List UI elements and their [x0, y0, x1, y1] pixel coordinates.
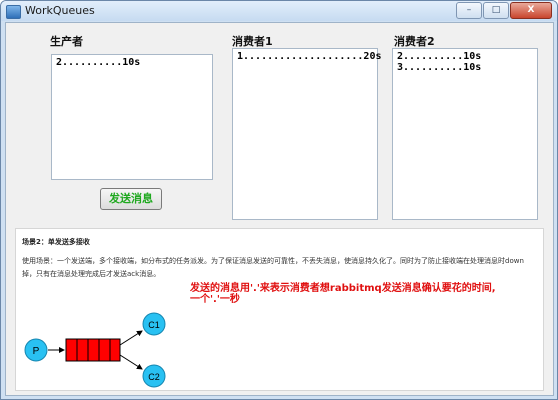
- consumer2-line: 2..........10s: [397, 51, 482, 62]
- description-panel: 场景2：单发送多接收 使用场景：一个发送端，多个接收端，如分布式的任务派发。为了…: [15, 228, 544, 391]
- maximize-button[interactable]: □: [483, 2, 509, 19]
- producer-line: 2..........10s: [56, 57, 141, 68]
- consumer2-label: 消费者2: [394, 35, 435, 48]
- minimize-button[interactable]: –: [456, 2, 482, 19]
- send-message-button[interactable]: 发送消息: [100, 188, 162, 210]
- consumer2-line: 3..........10s: [397, 62, 482, 73]
- title-bar[interactable]: WorkQueues – □ X: [1, 1, 557, 21]
- window-title: WorkQueues: [25, 4, 95, 17]
- client-area: 生产者 2..........10s 发送消息 消费者1 1..........…: [5, 22, 554, 396]
- producer-textbox[interactable]: 2..........10s: [51, 54, 213, 180]
- app-window: WorkQueues – □ X 生产者 2..........10s 发送消息…: [0, 0, 558, 400]
- window-controls: – □ X: [456, 2, 552, 19]
- queue-icon: [65, 338, 121, 362]
- consumer2-textbox[interactable]: 2..........10s 3..........10s: [392, 48, 538, 220]
- producer-label: 生产者: [50, 35, 83, 48]
- scenario-description: 使用场景：一个发送端，多个接收端，如分布式的任务派发。为了保证消息发送的可靠性，…: [22, 257, 524, 278]
- scenario-note: 发送的消息用'.'来表示消费者想rabbitmq发送消息确认要花的时间,一个'.…: [190, 283, 496, 305]
- consumer1-textbox[interactable]: 1....................20s: [232, 48, 382, 220]
- app-icon: [6, 5, 21, 19]
- scenario-title: 场景2：单发送多接收: [22, 238, 90, 246]
- work-queue-diagram: P C1 C2: [24, 312, 166, 388]
- producer-node-label: P: [33, 346, 40, 357]
- consumer2-node-label: C2: [148, 372, 160, 382]
- consumer1-node-label: C1: [148, 320, 160, 330]
- arrow-queue-c1: [119, 330, 143, 346]
- arrow-queue-c2: [119, 354, 143, 370]
- consumer1-label: 消费者1: [232, 35, 273, 48]
- consumer1-line: 1....................20s: [237, 51, 382, 62]
- close-button[interactable]: X: [510, 2, 552, 19]
